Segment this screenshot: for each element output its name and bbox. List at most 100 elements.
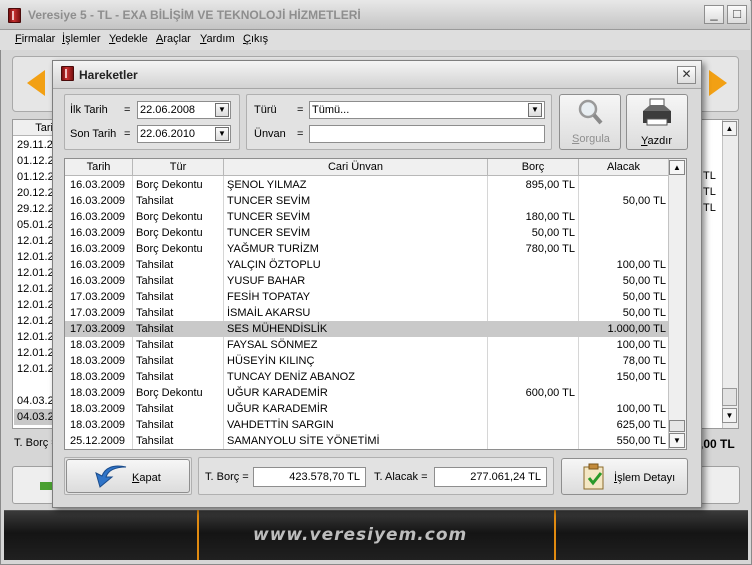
maximize-button[interactable]: □ <box>727 5 747 24</box>
table-row[interactable]: 17.03.2009 Tahsilat SES MÜHENDİSLİK 1.000,0… <box>65 321 669 337</box>
grid-scroll-thumb[interactable] <box>669 420 685 432</box>
scroll-down-icon[interactable]: ▼ <box>722 408 737 423</box>
cell-debt <box>488 337 575 353</box>
equals-sign: = <box>297 128 304 140</box>
grid-scroll-up-icon[interactable]: ▲ <box>669 160 685 175</box>
type-dropdown-icon[interactable]: ▼ <box>528 103 542 117</box>
column-header-credit[interactable]: Alacak <box>579 159 669 176</box>
column-header-debt[interactable]: Borç <box>488 159 579 176</box>
cell-debt <box>488 273 575 289</box>
background-list-item[interactable]: 01.12.2 <box>17 153 54 169</box>
grid-scroll-down-icon[interactable]: ▼ <box>669 433 685 448</box>
background-list-item[interactable]: 12.01.2 <box>17 313 54 329</box>
menu-cikis[interactable]: Çıkış <box>243 33 268 45</box>
cell-date: 18.03.2009 <box>70 355 126 367</box>
table-row[interactable]: 17.03.2009 Tahsilat FESİH TOPATAY 50,00 TL <box>65 289 669 305</box>
cell-date: 18.03.2009 <box>70 403 126 415</box>
background-list-item[interactable]: 12.01.2 <box>17 345 54 361</box>
type-select[interactable]: Tümü... <box>309 101 545 119</box>
previous-arrow-icon[interactable] <box>27 70 45 96</box>
title-label: Ünvan <box>254 128 286 140</box>
table-row[interactable]: 25.12.2009 Tahsilat SAMANYOLU SİTE YÖNETİM… <box>65 433 669 449</box>
cell-account: YALÇIN ÖZTOPLU <box>227 259 321 271</box>
cell-date: 16.03.2009 <box>70 227 126 239</box>
menu-islemler[interactable]: İşlemler <box>62 33 101 45</box>
cell-type: Tahsilat <box>136 323 174 335</box>
table-row[interactable]: 18.03.2009 Tahsilat HÜSEYİN KILINÇ 78,00 TL <box>65 353 669 369</box>
background-list-item[interactable]: 12.01.2 <box>17 265 54 281</box>
column-header-type[interactable]: Tür <box>133 159 224 176</box>
table-row[interactable]: 16.03.2009 Borç Dekontu ŞENOL YILMAZ 895,00… <box>65 177 669 193</box>
next-arrow-icon[interactable] <box>709 70 727 96</box>
background-list-item[interactable]: 12.01.2 <box>17 281 54 297</box>
dialog-titlebar <box>53 61 701 89</box>
equals-sign: = <box>124 128 131 140</box>
banner-url[interactable]: www.veresiyem.com <box>253 525 467 545</box>
cell-debt: 780,00 TL <box>525 243 575 255</box>
cell-account: YAĞMUR TURİZM <box>227 243 319 255</box>
cell-date: 17.03.2009 <box>70 291 126 303</box>
background-list-item[interactable]: 12.01.2 <box>17 361 54 377</box>
table-row[interactable]: 18.03.2009 Tahsilat VAHDETTİN SARGIN 625,00… <box>65 417 669 433</box>
scroll-thumb[interactable] <box>722 388 737 406</box>
column-header-date[interactable]: Tarih <box>65 159 133 176</box>
background-list-item[interactable]: 04.03.2 <box>17 393 54 409</box>
cell-debt <box>488 401 575 417</box>
background-list-item[interactable]: 04.03.2 <box>14 409 54 425</box>
background-right-button[interactable] <box>700 466 740 504</box>
total-debt-field: 423.578,70 TL <box>253 467 366 487</box>
cell-date: 16.03.2009 <box>70 195 126 207</box>
table-row[interactable]: 16.03.2009 Tahsilat YUSUF BAHAR 50,00 TL <box>65 273 669 289</box>
minimize-button[interactable]: _ <box>704 5 724 24</box>
cell-date: 18.03.2009 <box>70 371 126 383</box>
scroll-up-icon[interactable]: ▲ <box>722 121 737 136</box>
table-row[interactable]: 16.03.2009 Borç Dekontu TUNCER SEVİM 180,00… <box>65 209 669 225</box>
background-grid-header[interactable]: Tari <box>13 120 56 136</box>
start-date-dropdown-icon[interactable]: ▼ <box>215 103 229 117</box>
cell-debt <box>488 417 575 433</box>
end-date-dropdown-icon[interactable]: ▼ <box>215 127 229 141</box>
dialog-close-button[interactable]: ✕ <box>677 66 696 84</box>
background-list-item[interactable]: 12.01.2 <box>17 297 54 313</box>
menu-yedekle[interactable]: Yedekle <box>109 33 148 45</box>
menu-yardim[interactable]: Yardım <box>200 33 235 45</box>
transactions-grid: Tarih Tür Cari Ünvan Borç Alacak 16.03.2… <box>64 158 687 450</box>
cell-debt <box>488 257 575 273</box>
dialog-exit-button[interactable] <box>66 459 190 493</box>
title-input[interactable] <box>309 125 545 143</box>
cell-debt: 600,00 TL <box>525 387 575 399</box>
background-list-item[interactable]: 01.12.2 <box>17 169 54 185</box>
menu-firmalar[interactable]: Firmalar <box>15 33 55 45</box>
background-list-item[interactable]: 29.11.2 <box>17 137 53 153</box>
table-row[interactable]: 16.03.2009 Borç Dekontu TUNCER SEVİM 50,00 … <box>65 225 669 241</box>
cell-date: 16.03.2009 <box>70 179 126 191</box>
background-list-item[interactable]: 20.12.2 <box>17 185 54 201</box>
table-row[interactable]: 16.03.2009 Tahsilat YALÇIN ÖZTOPLU 100,00 T… <box>65 257 669 273</box>
grid-scrollbar[interactable] <box>668 159 686 449</box>
cell-account: İSMAİL AKARSU <box>227 307 311 319</box>
background-list-item[interactable]: 12.01.2 <box>17 233 54 249</box>
table-row[interactable]: 16.03.2009 Tahsilat TUNCER SEVİM 50,00 TL <box>65 193 669 209</box>
cell-credit: 100,00 TL <box>616 403 666 415</box>
column-header-account[interactable]: Cari Ünvan <box>224 159 488 176</box>
background-list-item[interactable]: 12.01.2 <box>17 329 54 345</box>
table-row[interactable]: 17.03.2009 Tahsilat İSMAİL AKARSU 50,00 TL <box>65 305 669 321</box>
table-row[interactable]: 18.03.2009 Tahsilat TUNCAY DENİZ ABANOZ 150… <box>65 369 669 385</box>
table-row[interactable]: 18.03.2009 Borç Dekontu UĞUR KARADEMİR 600,… <box>65 385 669 401</box>
table-row[interactable]: 18.03.2009 Tahsilat UĞUR KARADEMİR 100,00 T… <box>65 401 669 417</box>
menu-araclar[interactable]: Araçlar <box>156 33 191 45</box>
table-row[interactable]: 18.03.2009 Tahsilat FAYSAL SÖNMEZ 100,00 TL <box>65 337 669 353</box>
cell-account: TUNCAY DENİZ ABANOZ <box>227 371 355 383</box>
cell-debt <box>488 321 575 337</box>
cell-account: ŞENOL YILMAZ <box>227 179 307 191</box>
background-list-item[interactable]: 05.01.2 <box>17 217 54 233</box>
cell-debt: 895,00 TL <box>525 179 575 191</box>
background-scrollbar[interactable] <box>722 120 738 428</box>
table-row[interactable]: 16.03.2009 Borç Dekontu YAĞMUR TURİZM 780,0… <box>65 241 669 257</box>
background-list-item[interactable]: 12.01.2 <box>17 249 54 265</box>
background-tl: TL <box>703 202 716 214</box>
cell-date: 18.03.2009 <box>70 387 126 399</box>
cell-credit: 78,00 TL <box>622 355 666 367</box>
background-list-item[interactable]: 29.12.2 <box>17 201 54 217</box>
dialog-exit-label: Kapat <box>132 472 161 484</box>
